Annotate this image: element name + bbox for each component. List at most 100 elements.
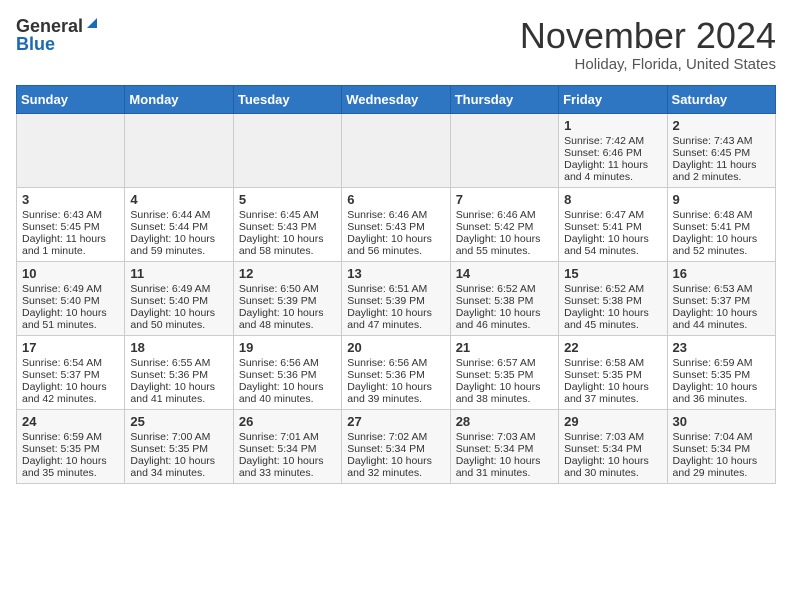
day-info-line: and 40 minutes. (239, 393, 336, 405)
day-info-line: Sunrise: 6:45 AM (239, 209, 336, 221)
day-info-line: Sunset: 5:45 PM (22, 221, 119, 233)
day-info-line: and 47 minutes. (347, 319, 444, 331)
day-info-line: Sunset: 5:40 PM (130, 295, 227, 307)
day-info-line: Sunrise: 6:50 AM (239, 283, 336, 295)
day-info-line: Sunrise: 7:42 AM (564, 135, 661, 147)
day-info-line: Sunset: 5:39 PM (347, 295, 444, 307)
day-number: 28 (456, 414, 553, 429)
day-info-line: Sunset: 6:46 PM (564, 147, 661, 159)
day-number: 6 (347, 192, 444, 207)
calendar-cell: 22Sunrise: 6:58 AMSunset: 5:35 PMDayligh… (559, 335, 667, 409)
day-info-line: Daylight: 10 hours (130, 381, 227, 393)
calendar-cell: 7Sunrise: 6:46 AMSunset: 5:42 PMDaylight… (450, 187, 558, 261)
day-info-line: and 46 minutes. (456, 319, 553, 331)
calendar-cell: 15Sunrise: 6:52 AMSunset: 5:38 PMDayligh… (559, 261, 667, 335)
calendar-cell: 16Sunrise: 6:53 AMSunset: 5:37 PMDayligh… (667, 261, 775, 335)
day-info-line: Sunset: 5:35 PM (456, 369, 553, 381)
day-info-line: and 32 minutes. (347, 467, 444, 479)
day-info-line: Sunset: 5:35 PM (130, 443, 227, 455)
calendar-cell: 9Sunrise: 6:48 AMSunset: 5:41 PMDaylight… (667, 187, 775, 261)
day-info-line: Sunrise: 6:43 AM (22, 209, 119, 221)
day-number: 1 (564, 118, 661, 133)
day-info-line: Daylight: 10 hours (22, 307, 119, 319)
day-info-line: Daylight: 10 hours (130, 307, 227, 319)
day-info-line: Sunrise: 7:00 AM (130, 431, 227, 443)
day-info-line: Sunrise: 6:56 AM (239, 357, 336, 369)
day-info-line: and 31 minutes. (456, 467, 553, 479)
calendar-cell: 6Sunrise: 6:46 AMSunset: 5:43 PMDaylight… (342, 187, 450, 261)
calendar-cell: 23Sunrise: 6:59 AMSunset: 5:35 PMDayligh… (667, 335, 775, 409)
day-info-line: and 42 minutes. (22, 393, 119, 405)
day-info-line: Daylight: 10 hours (564, 307, 661, 319)
calendar-cell: 14Sunrise: 6:52 AMSunset: 5:38 PMDayligh… (450, 261, 558, 335)
logo-general-text: General (16, 17, 83, 35)
day-info-line: and 37 minutes. (564, 393, 661, 405)
day-info-line: and 2 minutes. (673, 171, 770, 183)
day-info-line: Sunset: 5:35 PM (564, 369, 661, 381)
day-info-line: Sunrise: 6:59 AM (22, 431, 119, 443)
day-info-line: Sunrise: 7:43 AM (673, 135, 770, 147)
calendar-header-row: SundayMondayTuesdayWednesdayThursdayFrid… (17, 85, 776, 113)
day-number: 7 (456, 192, 553, 207)
day-info-line: Sunset: 5:36 PM (239, 369, 336, 381)
day-info-line: Sunrise: 6:52 AM (456, 283, 553, 295)
day-info-line: Daylight: 10 hours (564, 455, 661, 467)
day-info-line: Daylight: 10 hours (347, 307, 444, 319)
day-info-line: Sunrise: 6:51 AM (347, 283, 444, 295)
day-info-line: and 44 minutes. (673, 319, 770, 331)
day-info-line: and 34 minutes. (130, 467, 227, 479)
day-number: 24 (22, 414, 119, 429)
calendar-cell: 2Sunrise: 7:43 AMSunset: 6:45 PMDaylight… (667, 113, 775, 187)
day-info-line: Daylight: 10 hours (456, 455, 553, 467)
day-info-line: Daylight: 10 hours (22, 455, 119, 467)
day-info-line: and 35 minutes. (22, 467, 119, 479)
day-number: 25 (130, 414, 227, 429)
day-number: 12 (239, 266, 336, 281)
day-number: 29 (564, 414, 661, 429)
day-info-line: and 58 minutes. (239, 245, 336, 257)
day-number: 2 (673, 118, 770, 133)
day-info-line: Sunset: 5:34 PM (456, 443, 553, 455)
day-number: 23 (673, 340, 770, 355)
day-info-line: Sunset: 5:38 PM (564, 295, 661, 307)
calendar-cell (342, 113, 450, 187)
day-info-line: Sunrise: 6:55 AM (130, 357, 227, 369)
day-info-line: Sunrise: 6:54 AM (22, 357, 119, 369)
day-info-line: and 55 minutes. (456, 245, 553, 257)
calendar-cell: 25 Sunrise: 7:00 AMSunset: 5:35 PMDayligh… (125, 409, 233, 483)
day-number: 3 (22, 192, 119, 207)
day-info-line: Daylight: 10 hours (239, 307, 336, 319)
day-info-line: Sunset: 5:38 PM (456, 295, 553, 307)
day-number: 9 (673, 192, 770, 207)
day-info-line: Daylight: 10 hours (347, 233, 444, 245)
day-info-line: Sunset: 5:35 PM (22, 443, 119, 455)
day-info-line: Daylight: 10 hours (239, 455, 336, 467)
day-info-line: Sunrise: 6:56 AM (347, 357, 444, 369)
day-info-line: Sunset: 5:43 PM (239, 221, 336, 233)
month-title: November 2024 (520, 16, 776, 56)
day-info-line: Daylight: 10 hours (673, 307, 770, 319)
calendar-cell: 13Sunrise: 6:51 AMSunset: 5:39 PMDayligh… (342, 261, 450, 335)
day-info-line: Sunrise: 6:53 AM (673, 283, 770, 295)
day-info-line: and 48 minutes. (239, 319, 336, 331)
day-info-line: Daylight: 10 hours (347, 455, 444, 467)
calendar-cell: 11Sunrise: 6:49 AMSunset: 5:40 PMDayligh… (125, 261, 233, 335)
day-info-line: Sunset: 5:34 PM (347, 443, 444, 455)
day-info-line: Sunset: 5:41 PM (564, 221, 661, 233)
day-info-line: Sunset: 5:36 PM (130, 369, 227, 381)
day-info-line: Daylight: 10 hours (130, 455, 227, 467)
day-info-line: Sunrise: 6:49 AM (130, 283, 227, 295)
day-info-line: Sunrise: 6:57 AM (456, 357, 553, 369)
day-info-line: Daylight: 10 hours (130, 233, 227, 245)
weekday-header-tuesday: Tuesday (233, 85, 341, 113)
page-header: General Blue November 2024 Holiday, Flor… (16, 16, 776, 73)
day-info-line: Daylight: 10 hours (673, 233, 770, 245)
day-info-line: Sunset: 5:35 PM (673, 369, 770, 381)
day-info-line: Sunrise: 6:52 AM (564, 283, 661, 295)
day-info-line: Sunset: 5:36 PM (347, 369, 444, 381)
day-number: 4 (130, 192, 227, 207)
calendar-cell: 30Sunrise: 7:04 AMSunset: 5:34 PMDayligh… (667, 409, 775, 483)
day-number: 8 (564, 192, 661, 207)
day-info-line: Daylight: 10 hours (347, 381, 444, 393)
day-number: 27 (347, 414, 444, 429)
